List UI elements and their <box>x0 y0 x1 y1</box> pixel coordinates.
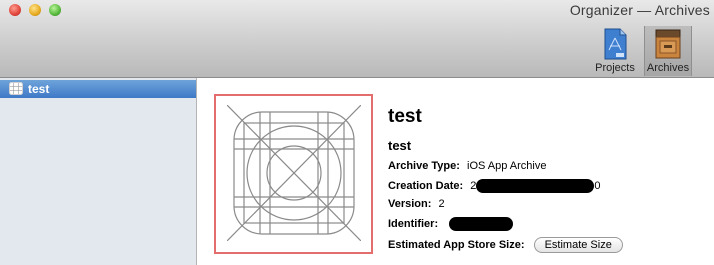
archives-tab[interactable]: Archives <box>644 26 692 76</box>
window-title: Organizer — Archives <box>569 2 710 18</box>
sidebar-item-label: test <box>28 82 50 96</box>
estimated-size-row: Estimated App Store Size: Estimate Size <box>388 237 623 253</box>
creation-date-row: Creation Date: 20 <box>388 179 601 193</box>
creation-date-value-end: 0 <box>594 179 601 192</box>
estimated-size-label: Estimated App Store Size: <box>388 238 525 251</box>
version-row: Version: 2 <box>388 198 445 210</box>
archives-label: Archives <box>646 62 690 74</box>
projects-tab[interactable]: Projects <box>592 26 638 76</box>
ios-icon-grid-icon <box>227 105 361 241</box>
projects-icon <box>604 28 627 60</box>
projects-label: Projects <box>595 62 635 74</box>
archive-type-value: iOS App Archive <box>467 160 547 172</box>
archive-detail: test test Archive Type: iOS App Archive … <box>197 78 714 265</box>
archive-type-label: Archive Type: <box>388 160 460 172</box>
version-label: Version: <box>388 198 432 210</box>
archive-title: test <box>388 106 422 127</box>
estimate-size-button[interactable]: Estimate Size <box>533 237 623 253</box>
archive-app-name: test <box>388 138 412 153</box>
zoom-window-button[interactable] <box>49 4 61 16</box>
archive-sidebar: test <box>0 78 197 265</box>
minimize-window-button[interactable] <box>29 4 41 16</box>
archive-type-row: Archive Type: iOS App Archive <box>388 160 547 172</box>
identifier-redaction <box>449 217 514 231</box>
window-toolbar: Organizer — Archives Projects Archives <box>0 0 714 78</box>
identifier-label: Identifier: <box>388 217 439 230</box>
identifier-row: Identifier: <box>388 217 514 231</box>
sidebar-item-test[interactable]: test <box>0 80 196 98</box>
creation-date-label: Creation Date: <box>388 179 464 192</box>
archives-icon <box>655 29 681 59</box>
version-value: 2 <box>438 198 445 210</box>
creation-date-redaction <box>476 179 595 193</box>
close-window-button[interactable] <box>9 4 21 16</box>
app-icon-frame <box>214 94 373 254</box>
app-grid-icon <box>9 82 23 95</box>
